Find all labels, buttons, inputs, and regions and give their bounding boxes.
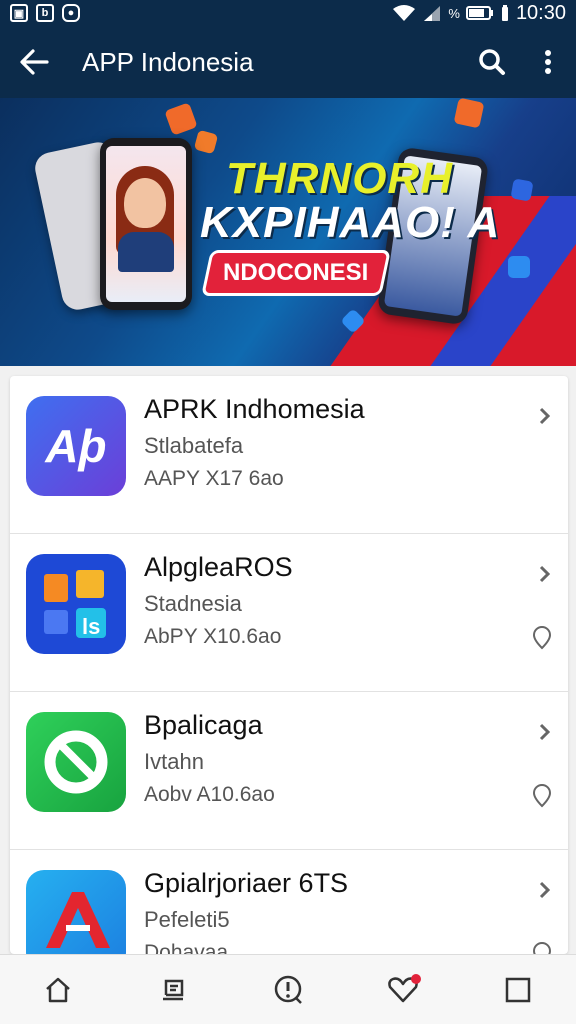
gamepad-icon: ● [62, 4, 80, 22]
battery-small-icon [501, 5, 508, 21]
search-button[interactable] [464, 26, 520, 98]
status-left: ▣ b ● [10, 4, 80, 22]
app-name: Gpialrjoriaer 6TS [144, 868, 349, 898]
banner-badge-label: NDOCONESI [223, 259, 369, 286]
more-vert-icon [545, 50, 551, 74]
app-meta: Dohavaa [144, 941, 229, 954]
nav-library[interactable] [143, 960, 203, 1020]
item-text: APRK Indhomesia Stlabatefa AAPY X17 6ao [144, 394, 365, 491]
app-icon [26, 712, 126, 812]
back-button[interactable] [0, 26, 68, 98]
banner-headline: THRNORH [226, 154, 453, 203]
arrow-left-icon [20, 49, 49, 75]
app-name: Bpalicaga [144, 710, 263, 740]
app-meta: Aobv A10.6ao [144, 783, 275, 806]
notification-dot [411, 973, 422, 984]
nav-recent[interactable] [488, 960, 548, 1020]
signal-icon [424, 6, 441, 21]
app-icon: Aþ [26, 396, 126, 496]
status-bar: ▣ b ● % 10:30 [0, 0, 576, 26]
app-subtitle: Stadnesia [144, 591, 242, 616]
b-icon: b [36, 4, 54, 22]
app-name: AlpgleaROS [144, 552, 293, 582]
item-text: Gpialrjoriaer 6TS Pefeleti5 Dohavaa [144, 868, 348, 954]
more-button[interactable] [520, 26, 576, 98]
floating-cube-icon [510, 178, 534, 202]
location-pin-icon[interactable] [530, 942, 554, 954]
app-meta: AAPY X17 6ao [144, 467, 284, 490]
app-subtitle: Ivtahn [144, 749, 204, 774]
floating-cube-icon [453, 98, 485, 129]
app-bar: APP Indonesia [0, 26, 576, 98]
library-icon [162, 979, 184, 1000]
signal-percent-icon: % [448, 5, 460, 21]
square-icon [506, 977, 531, 1002]
phone-illustration [100, 138, 192, 310]
chevron-right-icon[interactable] [534, 880, 554, 900]
nav-home[interactable] [28, 960, 88, 1020]
app-subtitle: Pefeleti5 [144, 907, 230, 932]
home-icon [45, 977, 70, 1002]
floating-cube-icon [164, 102, 198, 136]
chevron-right-icon[interactable] [534, 564, 554, 584]
app-subtitle: Stlabatefa [144, 433, 244, 458]
app-meta: AbPY X10.6ao [144, 625, 282, 648]
status-right: % 10:30 [392, 2, 566, 25]
list-item[interactable]: Aþ APRK Indhomesia Stlabatefa AAPY X17 6… [10, 376, 568, 534]
app-icon-label: Aþ [45, 420, 107, 472]
nav-alerts[interactable] [258, 960, 318, 1020]
bottom-nav [0, 954, 576, 1024]
picture-icon: ▣ [10, 4, 28, 22]
chevron-right-icon[interactable] [534, 406, 554, 426]
chevron-right-icon[interactable] [534, 722, 554, 742]
app-icon [26, 870, 126, 954]
status-time: 10:30 [515, 1, 566, 24]
item-text: AlpgleaROS Stadnesia AbPY X10.6ao [144, 552, 293, 649]
list-item[interactable]: Bpalicaga Ivtahn Aobv A10.6ao [10, 692, 568, 850]
floating-cube-icon [508, 256, 530, 278]
location-pin-icon[interactable] [530, 626, 554, 650]
app-icon: ls [26, 554, 126, 654]
page-title: APP Indonesia [82, 46, 254, 77]
banner-subheadline: KXPIHAAO! A [200, 198, 501, 247]
app-list: Aþ APRK Indhomesia Stlabatefa AAPY X17 6… [10, 376, 568, 954]
alert-icon [274, 975, 302, 1004]
banner-badge: NDOCONESI [201, 250, 391, 296]
location-pin-icon[interactable] [530, 784, 554, 808]
search-icon [479, 49, 505, 75]
promo-banner[interactable]: THRNORH KXPIHAAO! A NDOCONESI [0, 98, 576, 366]
nav-favorites[interactable] [373, 960, 433, 1020]
item-text: Bpalicaga Ivtahn Aobv A10.6ao [144, 710, 275, 807]
app-name: APRK Indhomesia [144, 394, 365, 424]
wifi-icon [393, 5, 416, 21]
list-item[interactable]: Gpialrjoriaer 6TS Pefeleti5 Dohavaa [10, 850, 568, 954]
svg-text:ls: ls [82, 614, 100, 639]
list-item[interactable]: ls AlpgleaROS Stadnesia AbPY X10.6ao [10, 534, 568, 692]
battery-icon [465, 6, 493, 20]
floating-cube-icon [193, 129, 219, 155]
